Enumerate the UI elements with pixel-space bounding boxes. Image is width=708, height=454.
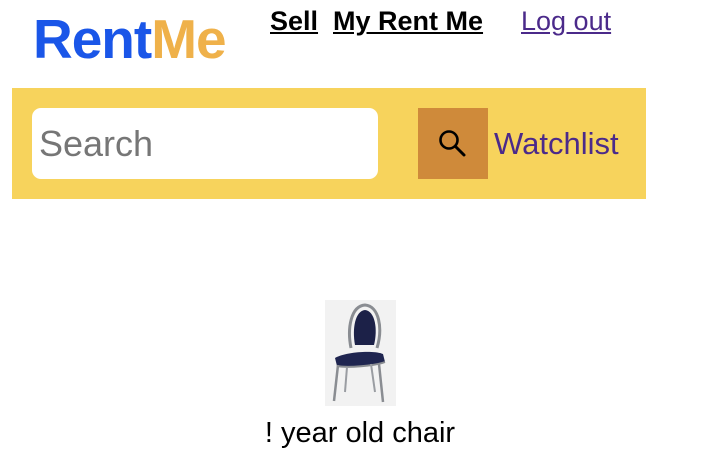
search-bar: Watchlist [12,88,646,199]
chair-image[interactable] [324,300,396,406]
search-icon [439,129,466,156]
sell-link[interactable]: Sell [270,4,318,38]
log-out-link[interactable]: Log out [521,4,611,38]
watchlist-link[interactable]: Watchlist [494,126,619,162]
logo-me-text: Me [151,8,226,70]
search-input[interactable] [32,108,378,179]
my-rent-me-link[interactable]: My Rent Me [333,4,483,38]
search-button[interactable] [418,108,488,179]
listing-title[interactable]: ! year old chair [230,416,490,450]
page: RentMe Sell My Rent Me Log out Watchlist [0,0,708,454]
logo-rent-text: Rent [33,8,152,70]
logo[interactable]: RentMe [33,8,227,70]
listing-item[interactable]: ! year old chair [230,300,490,450]
